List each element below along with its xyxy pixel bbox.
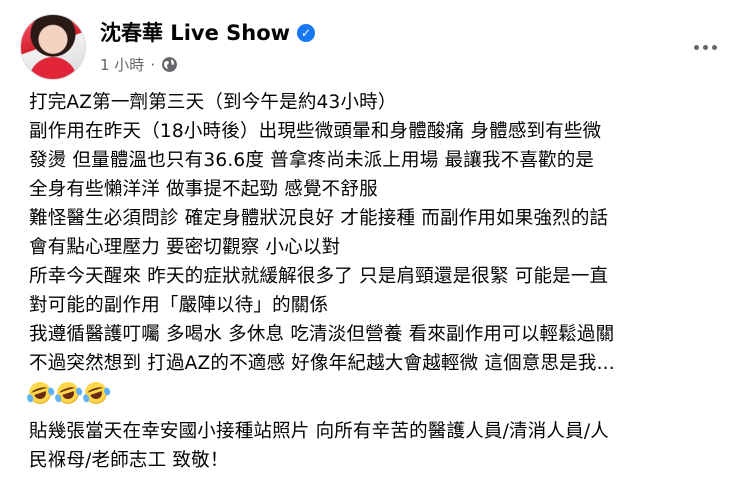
post-closing-line: 貼幾張當天在幸安國小接種站照片 向所有辛苦的醫護人員/清消人員/人 [29, 421, 609, 442]
meta-separator: · [150, 55, 156, 74]
post-line: 全身有些懶洋洋 做事提不起勁 感覺不舒服 [29, 179, 378, 200]
post-line: 難怪醫生必須問診 確定身體狀況良好 才能接種 而副作用如果強烈的話 [29, 208, 609, 229]
post-line: 打完AZ第一劑第三天（到今午是約43小時） [29, 92, 397, 113]
emoji-row [26, 378, 729, 407]
more-options-icon[interactable] [688, 30, 722, 64]
post-line: 發燙 但量體溫也只有36.6度 普拿疼尚未派上用場 最讓我不喜歡的是 [29, 150, 595, 171]
author-name[interactable]: 沈春華 Live Show [100, 21, 290, 45]
post-line: 副作用在昨天（18小時後）出現些微頭暈和身體酸痛 身體感到有些微 [29, 121, 602, 142]
post-line: 我遵循醫護叮囑 多喝水 多休息 吃清淡但營養 看來副作用可以輕鬆過關 [29, 324, 615, 345]
globe-icon[interactable] [161, 56, 178, 73]
post-line: 會有點心理壓力 要密切觀察 小心以對 [29, 237, 341, 258]
author-row: 沈春華 Live Show ✓ [100, 21, 316, 45]
rolling-laughing-emoji-icon [26, 378, 56, 407]
rolling-laughing-emoji-icon [54, 378, 84, 407]
post-header: 沈春華 Live Show ✓ 1 小時 · [20, 12, 730, 82]
post-line: 不過突然想到 打過AZ的不適感 好像年紀越大會越輕微 這個意思是我... [29, 353, 615, 374]
post-timestamp[interactable]: 1 小時 [100, 54, 144, 75]
post-line: 對可能的副作用「嚴陣以待」的關係 [29, 295, 329, 316]
rolling-laughing-emoji-icon [82, 378, 112, 407]
post-meta: 1 小時 · [100, 54, 178, 75]
post-line: 所幸今天醒來 昨天的症狀就緩解很多了 只是肩頸還是很緊 可能是一直 [29, 266, 609, 287]
verified-badge-icon: ✓ [297, 24, 316, 42]
post-closing-line: 民褓母/老師志工 致敬！ [29, 450, 229, 471]
post-message: 打完AZ第一劑第三天（到今午是約43小時） 副作用在昨天（18小時後）出現些微頭… [26, 88, 729, 475]
author-avatar[interactable] [20, 14, 86, 80]
